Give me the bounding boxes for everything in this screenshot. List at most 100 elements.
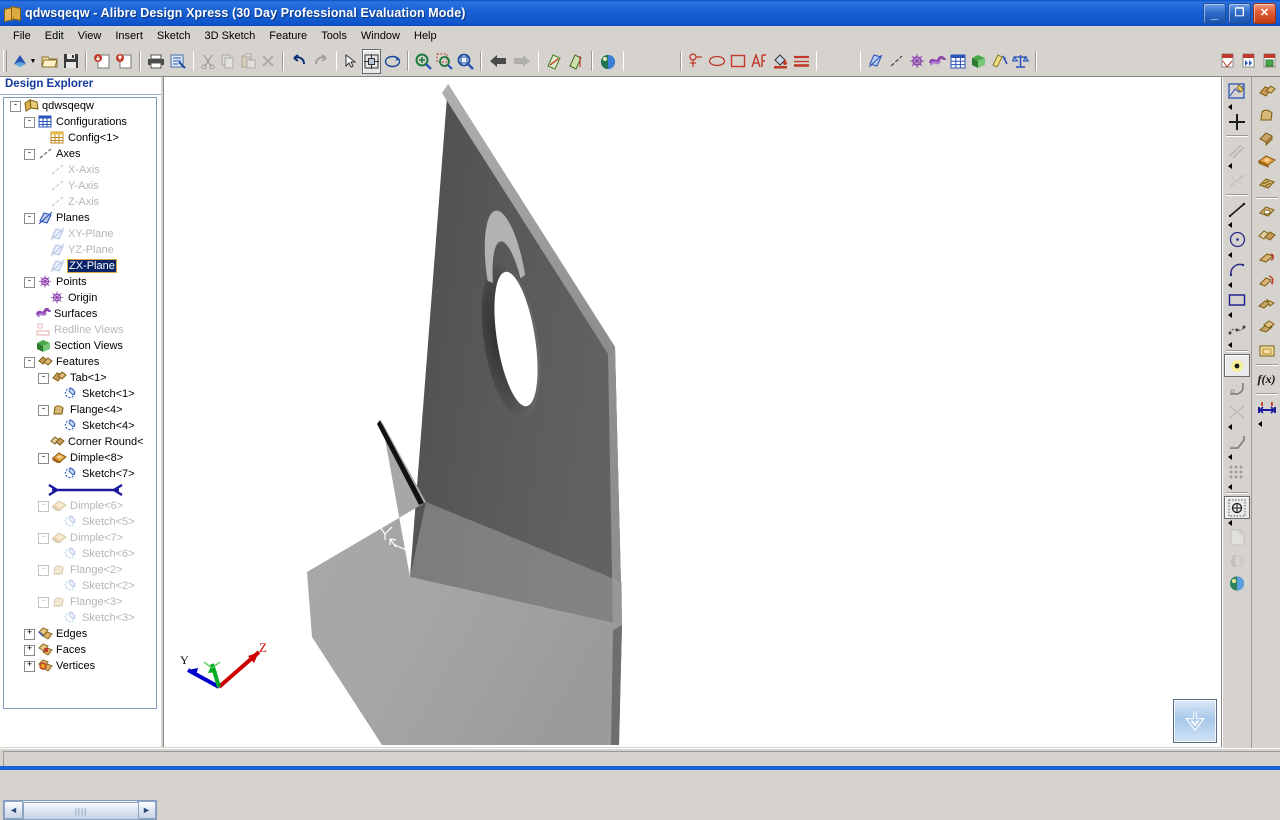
tree-node-vertices[interactable]: + Vertices	[4, 658, 156, 674]
rotate-tool-button[interactable]	[383, 49, 402, 74]
tree-node-dimple-7[interactable]: - Dimple<7>	[4, 530, 156, 546]
menu-item-help[interactable]: Help	[407, 28, 444, 44]
dimension-flyout-arrow-icon[interactable]	[1255, 420, 1279, 427]
tree-node-qdwsqeqw[interactable]: - qdwsqeqw	[4, 98, 156, 114]
render-globe-button[interactable]	[1224, 572, 1250, 595]
tree-node-sketch-6[interactable]: Sketch<6>	[4, 546, 156, 562]
chamfer-sketch-flyout-arrow-icon[interactable]	[1225, 453, 1249, 460]
tree-node-dimple-8[interactable]: - Dimple<8>	[4, 450, 156, 466]
show-planes-button[interactable]	[866, 49, 885, 74]
spline-button[interactable]	[1224, 318, 1250, 341]
menu-item-view[interactable]: View	[71, 28, 109, 44]
arc-button[interactable]	[1224, 258, 1250, 281]
tree-node-xy-plane[interactable]: XY-Plane	[4, 226, 156, 242]
line-flyout-arrow-icon[interactable]	[1225, 221, 1249, 228]
open-button[interactable]	[40, 49, 60, 74]
ellipse-annotation-button[interactable]	[707, 49, 727, 74]
scroll-track[interactable]: ||||	[23, 802, 139, 820]
parallel-lines-button[interactable]	[1224, 139, 1250, 162]
rectangle-button[interactable]	[1224, 288, 1250, 311]
circle-button[interactable]	[1224, 228, 1250, 251]
point-highlight-button[interactable]	[1224, 354, 1250, 377]
reference-point-button[interactable]	[1224, 110, 1250, 133]
export-pdf-button[interactable]	[1218, 49, 1237, 74]
tree-toggle-collapse-icon[interactable]: -	[38, 372, 49, 384]
chamfer-sketch-button[interactable]	[1224, 430, 1250, 453]
tree-node-redline-views[interactable]: Redline Views	[4, 322, 156, 338]
tree-node-tab-1[interactable]: - Tab<1>	[4, 370, 156, 386]
insert-package-button[interactable]	[92, 49, 112, 74]
fill-bucket-button[interactable]	[771, 49, 790, 74]
scroll-right-button[interactable]: ►	[137, 801, 156, 819]
tree-node-flange-3[interactable]: - Flange<3>	[4, 594, 156, 610]
close-button[interactable]: ✕	[1253, 2, 1276, 24]
tree-node-sketch-7[interactable]: Sketch<7>	[4, 466, 156, 482]
tree-toggle-collapse-icon[interactable]: -	[24, 356, 35, 368]
tree-node-sketch-4[interactable]: Sketch<4>	[4, 418, 156, 434]
arc-flyout-arrow-icon[interactable]	[1225, 281, 1249, 288]
pan-tool-button[interactable]	[362, 48, 382, 74]
line-style-button[interactable]	[792, 49, 811, 74]
tab-feature-button[interactable]	[1254, 80, 1280, 103]
section-view-button[interactable]	[969, 49, 988, 74]
delete-button[interactable]	[259, 49, 277, 74]
menu-item-sketch[interactable]: Sketch	[150, 28, 198, 44]
tree-node-origin[interactable]: Origin	[4, 290, 156, 306]
rebend-button[interactable]	[1254, 316, 1280, 339]
tree-node-sketch-1[interactable]: Sketch<1>	[4, 386, 156, 402]
restore-button[interactable]: ❐	[1228, 2, 1251, 24]
show-points-button[interactable]	[908, 49, 926, 74]
tree-toggle-collapse-icon[interactable]: -	[38, 596, 49, 608]
pattern-button[interactable]	[1224, 460, 1250, 483]
tree-toggle-collapse-icon[interactable]: -	[38, 404, 49, 416]
menu-item-tools[interactable]: Tools	[314, 28, 354, 44]
graphics-viewport[interactable]: Z Y	[163, 77, 1222, 747]
activate-sketch-button[interactable]	[1224, 80, 1250, 103]
tree-toggle-expand-icon[interactable]: +	[24, 644, 35, 656]
capture-image-button[interactable]	[1260, 49, 1279, 74]
show-axes-button[interactable]	[887, 49, 906, 74]
hem-button[interactable]	[1254, 247, 1280, 270]
sheet-button[interactable]	[1224, 526, 1250, 549]
unbend-button[interactable]	[1254, 293, 1280, 316]
show-surfaces-button[interactable]	[928, 49, 947, 74]
tree-node-axes[interactable]: - Axes	[4, 146, 156, 162]
configurations-button[interactable]	[949, 49, 967, 74]
tree-node-sketch-2[interactable]: Sketch<2>	[4, 578, 156, 594]
tree-node-sketch-3[interactable]: Sketch<3>	[4, 610, 156, 626]
rectangle-annotation-button[interactable]	[729, 49, 747, 74]
cut-feature-button[interactable]	[1254, 201, 1280, 224]
tree-toggle-expand-icon[interactable]: +	[24, 660, 35, 672]
tree-toggle-collapse-icon[interactable]: -	[38, 532, 49, 544]
paste-button[interactable]	[239, 49, 257, 74]
tree-node-dimple-6[interactable]: - Dimple<6>	[4, 498, 156, 514]
activate-sketch-flyout-arrow-icon[interactable]	[1225, 103, 1249, 110]
text-annotation-button[interactable]	[749, 49, 769, 74]
menu-item-feature[interactable]: Feature	[262, 28, 314, 44]
explorer-horizontal-scrollbar[interactable]: ◄ |||| ►	[3, 800, 157, 820]
zoom-in-button[interactable]	[414, 49, 433, 74]
copy-button[interactable]	[219, 49, 237, 74]
rollback-bar[interactable]	[4, 482, 156, 498]
tree-node-corner-round[interactable]: Corner Round<	[4, 434, 156, 450]
constraint-button[interactable]	[1224, 496, 1250, 519]
circle-flyout-arrow-icon[interactable]	[1225, 251, 1249, 258]
note-button[interactable]	[687, 49, 705, 74]
print-preview-button[interactable]	[168, 49, 188, 74]
trim-flyout-arrow-icon[interactable]	[1225, 423, 1249, 430]
select-tool-button[interactable]	[342, 49, 360, 74]
tree-node-x-axis[interactable]: X-Axis	[4, 162, 156, 178]
rectangle-flyout-arrow-icon[interactable]	[1225, 311, 1249, 318]
tree-node-zx-plane[interactable]: ZX-Plane	[4, 258, 156, 274]
bend-button[interactable]	[1254, 126, 1280, 149]
constraint-flyout-arrow-icon[interactable]	[1225, 519, 1249, 526]
dimension-button[interactable]	[1254, 397, 1280, 420]
parallel-lines-flyout-arrow-icon[interactable]	[1225, 162, 1249, 169]
print-button[interactable]	[146, 49, 166, 74]
previous-view-button[interactable]	[487, 49, 509, 74]
tree-node-y-axis[interactable]: Y-Axis	[4, 178, 156, 194]
zoom-window-button[interactable]	[435, 49, 454, 74]
flange-button[interactable]	[1254, 103, 1280, 126]
corner-round-button[interactable]	[1254, 224, 1280, 247]
tree-node-planes[interactable]: - Planes	[4, 210, 156, 226]
